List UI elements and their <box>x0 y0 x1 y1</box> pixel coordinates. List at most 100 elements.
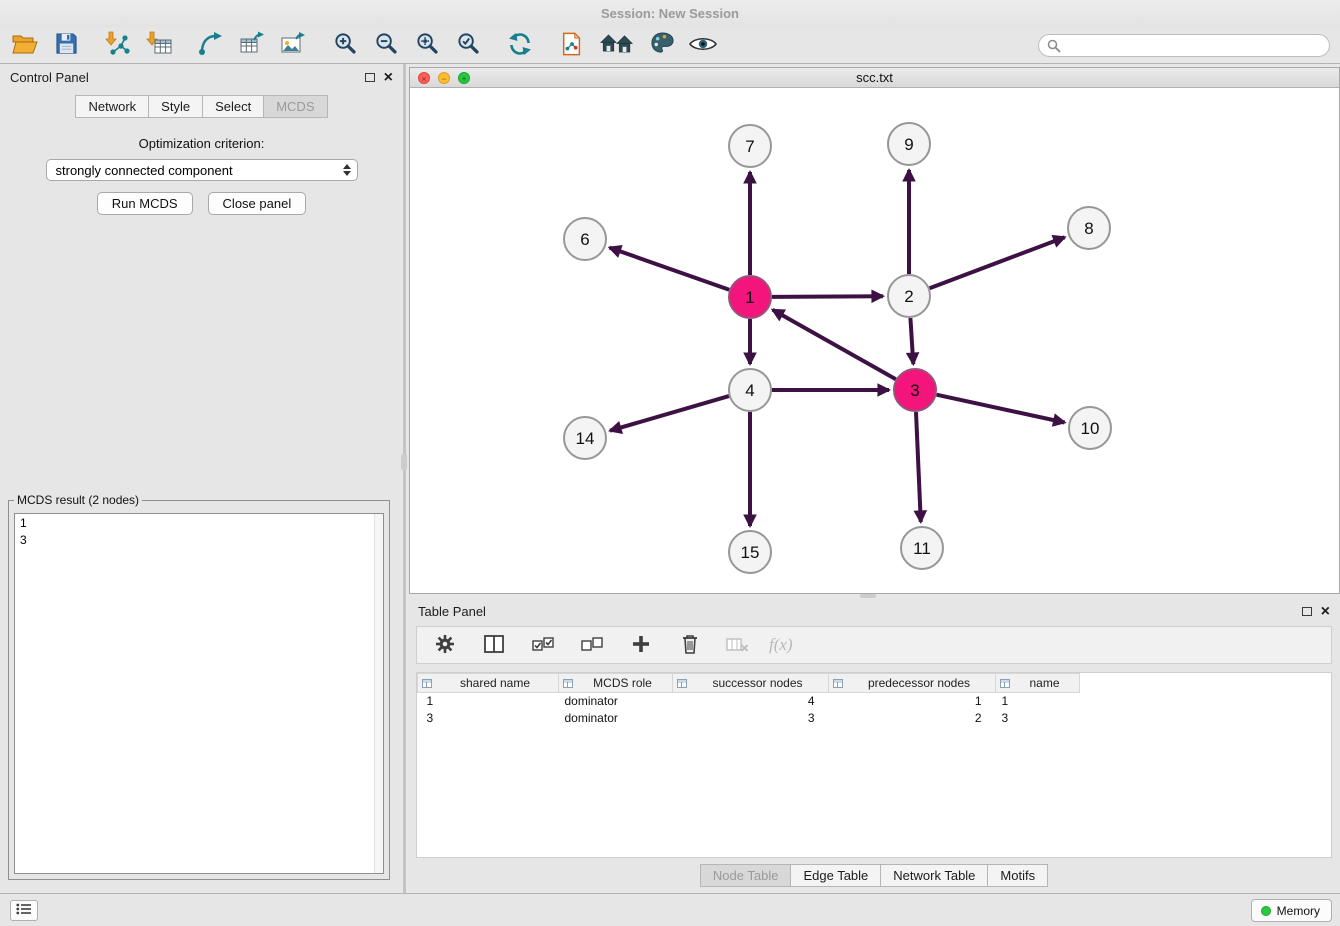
zoom-fit-icon <box>415 31 440 59</box>
tab-node-table[interactable]: Node Table <box>700 864 792 887</box>
tab-mcds[interactable]: MCDS <box>264 95 327 118</box>
float-table-panel-icon[interactable] <box>1302 607 1312 616</box>
select-all-button[interactable] <box>528 630 558 660</box>
column-header[interactable]: name <box>996 674 1080 693</box>
column-header[interactable]: predecessor nodes <box>829 674 996 693</box>
search-input[interactable] <box>1038 34 1330 57</box>
zoom-window-button[interactable]: + <box>458 72 470 84</box>
column-label: name <box>1029 676 1059 690</box>
graph-edge-3-10[interactable] <box>937 395 1065 423</box>
zoom-in-button[interactable] <box>330 30 360 60</box>
zoom-selected-button[interactable] <box>453 30 483 60</box>
graph-node-2[interactable]: 2 <box>888 275 930 317</box>
graph-node-9[interactable]: 9 <box>888 123 930 165</box>
refresh-layout-button[interactable] <box>505 30 535 60</box>
zoom-fit-button[interactable] <box>412 30 442 60</box>
column-header[interactable]: successor nodes <box>673 674 829 693</box>
table-cell[interactable]: 3 <box>673 710 829 727</box>
tab-select[interactable]: Select <box>203 95 264 118</box>
graph-edge-4-14[interactable] <box>610 396 729 431</box>
show-columns-button[interactable] <box>479 630 509 660</box>
close-panel-icon[interactable]: × <box>384 73 393 83</box>
table-cell[interactable]: 4 <box>673 693 829 710</box>
optimization-criterion-select[interactable]: strongly connected component <box>46 159 358 181</box>
gear-icon <box>435 634 455 657</box>
export-image-button[interactable] <box>278 30 308 60</box>
graph-node-3[interactable]: 3 <box>894 369 936 411</box>
add-entry-button[interactable] <box>626 630 656 660</box>
table-cell[interactable]: 1 <box>996 693 1080 710</box>
column-label: shared name <box>460 676 530 690</box>
graph-node-1[interactable]: 1 <box>729 276 771 318</box>
graph-node-11[interactable]: 11 <box>901 527 943 569</box>
document-network-icon <box>560 31 584 60</box>
graph-edge-2-3[interactable] <box>910 318 913 364</box>
close-table-panel-icon[interactable]: × <box>1321 607 1330 617</box>
minimize-window-button[interactable]: − <box>438 72 450 84</box>
network-graph[interactable]: 7 9 6 8 1 2 4 3 14 10 15 11 <box>410 88 1339 593</box>
graph-edge-1-6[interactable] <box>610 248 730 290</box>
table-toolbar: f(x) <box>416 626 1332 664</box>
network-canvas[interactable]: 7 9 6 8 1 2 4 3 14 10 15 11 <box>410 88 1339 593</box>
tab-network[interactable]: Network <box>75 95 149 118</box>
table-cell[interactable]: dominator <box>559 710 673 727</box>
import-table-icon <box>146 31 172 60</box>
tab-edge-table[interactable]: Edge Table <box>791 864 881 887</box>
close-panel-button[interactable]: Close panel <box>208 192 307 215</box>
import-table-button[interactable] <box>144 30 174 60</box>
apply-style-button[interactable] <box>647 30 677 60</box>
table-cell[interactable]: 3 <box>996 710 1080 727</box>
graph-node-10[interactable]: 10 <box>1069 407 1111 449</box>
export-table-button[interactable] <box>237 30 267 60</box>
show-hide-button[interactable] <box>688 30 718 60</box>
svg-text:8: 8 <box>1084 219 1093 238</box>
graph-node-6[interactable]: 6 <box>564 218 606 260</box>
graph-node-4[interactable]: 4 <box>729 369 771 411</box>
memory-button[interactable]: Memory <box>1251 899 1332 922</box>
node-table-header-row: shared name MCDS rolesuccessor nodesprede… <box>418 674 1080 693</box>
new-network-button[interactable] <box>196 30 226 60</box>
zoom-out-button[interactable] <box>371 30 401 60</box>
graph-edge-1-2[interactable] <box>772 296 883 297</box>
table-row[interactable]: 1dominator411 <box>418 693 1080 710</box>
show-all-button[interactable] <box>598 30 636 60</box>
task-history-button[interactable] <box>10 900 38 921</box>
delete-entry-button[interactable] <box>675 630 705 660</box>
table-cell[interactable]: 2 <box>829 710 996 727</box>
float-panel-icon[interactable] <box>365 73 375 82</box>
table-cell[interactable]: 1 <box>418 693 559 710</box>
graph-node-14[interactable]: 14 <box>564 417 606 459</box>
memory-label: Memory <box>1277 904 1320 918</box>
table-row[interactable]: 3dominator323 <box>418 710 1080 727</box>
vertical-splitter-handle[interactable] <box>401 454 407 470</box>
table-panel-tabs: Node TableEdge TableNetwork TableMotifs <box>408 864 1340 887</box>
table-cell[interactable]: 1 <box>829 693 996 710</box>
column-header[interactable]: MCDS role <box>559 674 673 693</box>
graph-node-15[interactable]: 15 <box>729 531 771 573</box>
deselect-all-button[interactable] <box>577 630 607 660</box>
table-cell[interactable]: dominator <box>559 693 673 710</box>
list-icon <box>16 903 32 918</box>
status-bar: Memory <box>0 893 1340 926</box>
table-options-button[interactable] <box>430 630 460 660</box>
import-network-button[interactable] <box>103 30 133 60</box>
open-session-button[interactable] <box>10 30 40 60</box>
graph-edge-2-8[interactable] <box>930 237 1065 288</box>
run-mcds-button[interactable]: Run MCDS <box>97 192 193 215</box>
tab-network-table[interactable]: Network Table <box>881 864 988 887</box>
result-scrollbar[interactable] <box>374 514 383 873</box>
svg-text:7: 7 <box>745 137 754 156</box>
graph-node-8[interactable]: 8 <box>1068 207 1110 249</box>
first-neighbors-button[interactable] <box>557 30 587 60</box>
column-header[interactable]: shared name <box>418 674 559 693</box>
graph-edge-3-11[interactable] <box>916 412 921 522</box>
tab-motifs[interactable]: Motifs <box>988 864 1048 887</box>
table-cell[interactable]: 3 <box>418 710 559 727</box>
graph-node-7[interactable]: 7 <box>729 125 771 167</box>
save-session-button[interactable] <box>51 30 81 60</box>
svg-text:11: 11 <box>913 539 931 558</box>
tab-style[interactable]: Style <box>149 95 203 118</box>
graph-edge-3-1[interactable] <box>773 310 896 379</box>
control-panel-header: Control Panel × <box>0 64 403 91</box>
close-window-button[interactable]: × <box>418 72 430 84</box>
